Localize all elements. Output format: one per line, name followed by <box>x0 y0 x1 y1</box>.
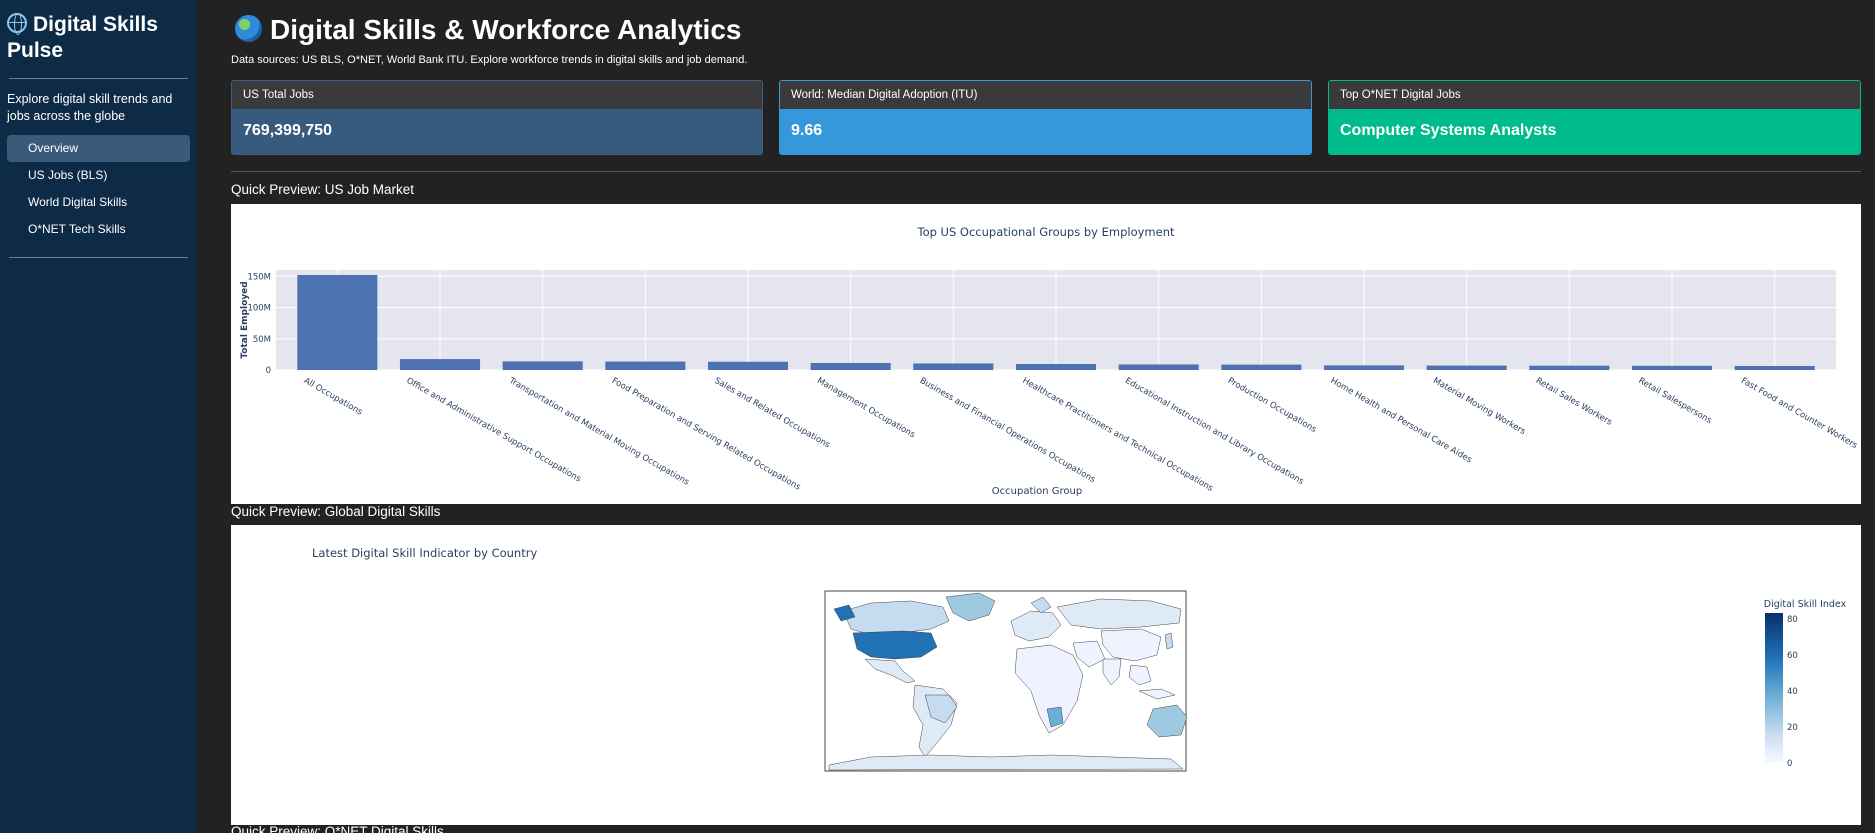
bar[interactable] <box>810 363 891 370</box>
bar[interactable] <box>1426 365 1507 370</box>
x-tick-label: Material Moving Workers <box>1431 376 1527 437</box>
x-tick-label: Healthcare Practitioners and Technical O… <box>1021 376 1216 494</box>
colorbar: Digital Skill Index 80 60 40 20 0 <box>1764 599 1847 769</box>
x-axis-label: Occupation Group <box>992 486 1082 497</box>
colorbar-tick: 60 <box>1787 651 1798 661</box>
bar[interactable] <box>913 363 994 370</box>
x-tick-label: Production Occupations <box>1226 376 1319 435</box>
y-tick-label: 50M <box>253 335 271 345</box>
globe-icon <box>7 13 27 35</box>
section-title-onet: Quick Preview: O*NET Digital Skills <box>231 824 444 833</box>
x-tick-label: Sales and Related Occupations <box>713 376 833 451</box>
page-title-text: Digital Skills & Workforce Analytics <box>270 14 742 45</box>
world-map <box>824 590 1188 772</box>
y-axis-label: Total Employed <box>240 281 250 358</box>
x-tick-label: Management Occupations <box>815 376 917 441</box>
card-header: US Total Jobs <box>232 81 762 109</box>
bar[interactable] <box>1118 364 1199 370</box>
bar[interactable] <box>502 361 583 370</box>
x-tick-label: Office and Administrative Support Occupa… <box>405 376 584 485</box>
section-title-us-jobs: Quick Preview: US Job Market <box>231 182 415 197</box>
bar[interactable] <box>1015 364 1097 370</box>
x-tick-label: Food Preparation and Serving Related Occ… <box>610 376 803 493</box>
card-median-digital-adoption: World: Median Digital Adoption (ITU) 9.6… <box>779 80 1312 155</box>
bar[interactable] <box>1631 365 1713 370</box>
brand-title: Digital Skills Pulse <box>7 13 158 62</box>
nav-item-overview[interactable]: Overview <box>7 135 190 162</box>
y-tick-label: 0 <box>266 366 271 376</box>
x-ticks: All Occupations Office and Administrative… <box>302 375 1860 494</box>
sidebar-divider <box>9 78 188 79</box>
nav-item-world-digital-skills[interactable]: World Digital Skills <box>7 189 190 216</box>
card-value: 9.66 <box>780 109 1311 154</box>
y-tick-label: 100M <box>247 304 271 314</box>
sidebar-description: Explore digital skill trends and jobs ac… <box>7 92 173 123</box>
us-jobs-bar-chart[interactable]: Top US Occupational Groups by Employment… <box>231 204 1861 504</box>
bar[interactable] <box>399 359 481 370</box>
bar[interactable] <box>1221 364 1302 370</box>
map-title: Latest Digital Skill Indicator by Countr… <box>312 546 537 560</box>
colorbar-tick: 20 <box>1787 723 1798 733</box>
section-title-global: Quick Preview: Global Digital Skills <box>231 504 441 519</box>
page-subtitle: Data sources: US BLS, O*NET, World Bank … <box>231 54 748 66</box>
card-header: World: Median Digital Adoption (ITU) <box>780 81 1311 109</box>
x-tick-label: Business and Financial Operations Occupa… <box>918 376 1098 485</box>
x-tick-label: All Occupations <box>302 376 365 418</box>
main-divider <box>231 171 1861 172</box>
y-tick-label: 150M <box>247 272 271 282</box>
nav-item-us-jobs[interactable]: US Jobs (BLS) <box>7 162 190 189</box>
x-tick-label: Retail Salespersons <box>1637 376 1714 426</box>
bar[interactable] <box>1323 365 1405 370</box>
sidebar: Digital Skills Pulse Explore digital ski… <box>0 0 197 833</box>
colorbar-gradient <box>1765 613 1783 763</box>
colorbar-tick: 40 <box>1787 687 1798 697</box>
bar[interactable] <box>297 275 378 370</box>
sidebar-divider-bottom <box>9 257 188 258</box>
card-us-total-jobs: US Total Jobs 769,399,750 <box>231 80 763 155</box>
colorbar-title: Digital Skill Index <box>1764 599 1847 610</box>
bar[interactable] <box>605 361 686 370</box>
card-header: Top O*NET Digital Jobs <box>1329 81 1860 109</box>
bar[interactable] <box>1734 366 1815 370</box>
colorbar-tick: 80 <box>1787 615 1798 625</box>
x-tick-label: Fast Food and Counter Workers <box>1739 376 1859 451</box>
colorbar-tick: 0 <box>1787 759 1792 769</box>
earth-icon <box>235 15 262 42</box>
nav-item-onet-tech-skills[interactable]: O*NET Tech Skills <box>7 216 190 243</box>
card-top-onet-jobs: Top O*NET Digital Jobs Computer Systems … <box>1328 80 1861 155</box>
card-value: 769,399,750 <box>232 109 762 154</box>
bar[interactable] <box>1529 365 1610 370</box>
global-map-panel: Latest Digital Skill Indicator by Countr… <box>231 525 1861 825</box>
brand: Digital Skills Pulse <box>7 12 190 64</box>
chart-title: Top US Occupational Groups by Employment <box>917 225 1175 239</box>
digital-skill-map[interactable]: Latest Digital Skill Indicator by Countr… <box>231 525 1861 825</box>
card-value: Computer Systems Analysts <box>1329 109 1860 154</box>
x-tick-label: Transportation and Material Moving Occup… <box>506 375 691 488</box>
sidebar-nav: Overview US Jobs (BLS) World Digital Ski… <box>7 135 190 243</box>
x-tick-label: Educational Instruction and Library Occu… <box>1123 376 1306 487</box>
bar[interactable] <box>707 361 789 370</box>
us-jobs-chart-panel: Top US Occupational Groups by Employment… <box>231 204 1861 504</box>
y-ticks: 0 50M 100M 150M <box>247 272 271 376</box>
page-title: Digital Skills & Workforce Analytics <box>235 14 741 46</box>
x-tick-label: Retail Sales Workers <box>1534 376 1614 428</box>
